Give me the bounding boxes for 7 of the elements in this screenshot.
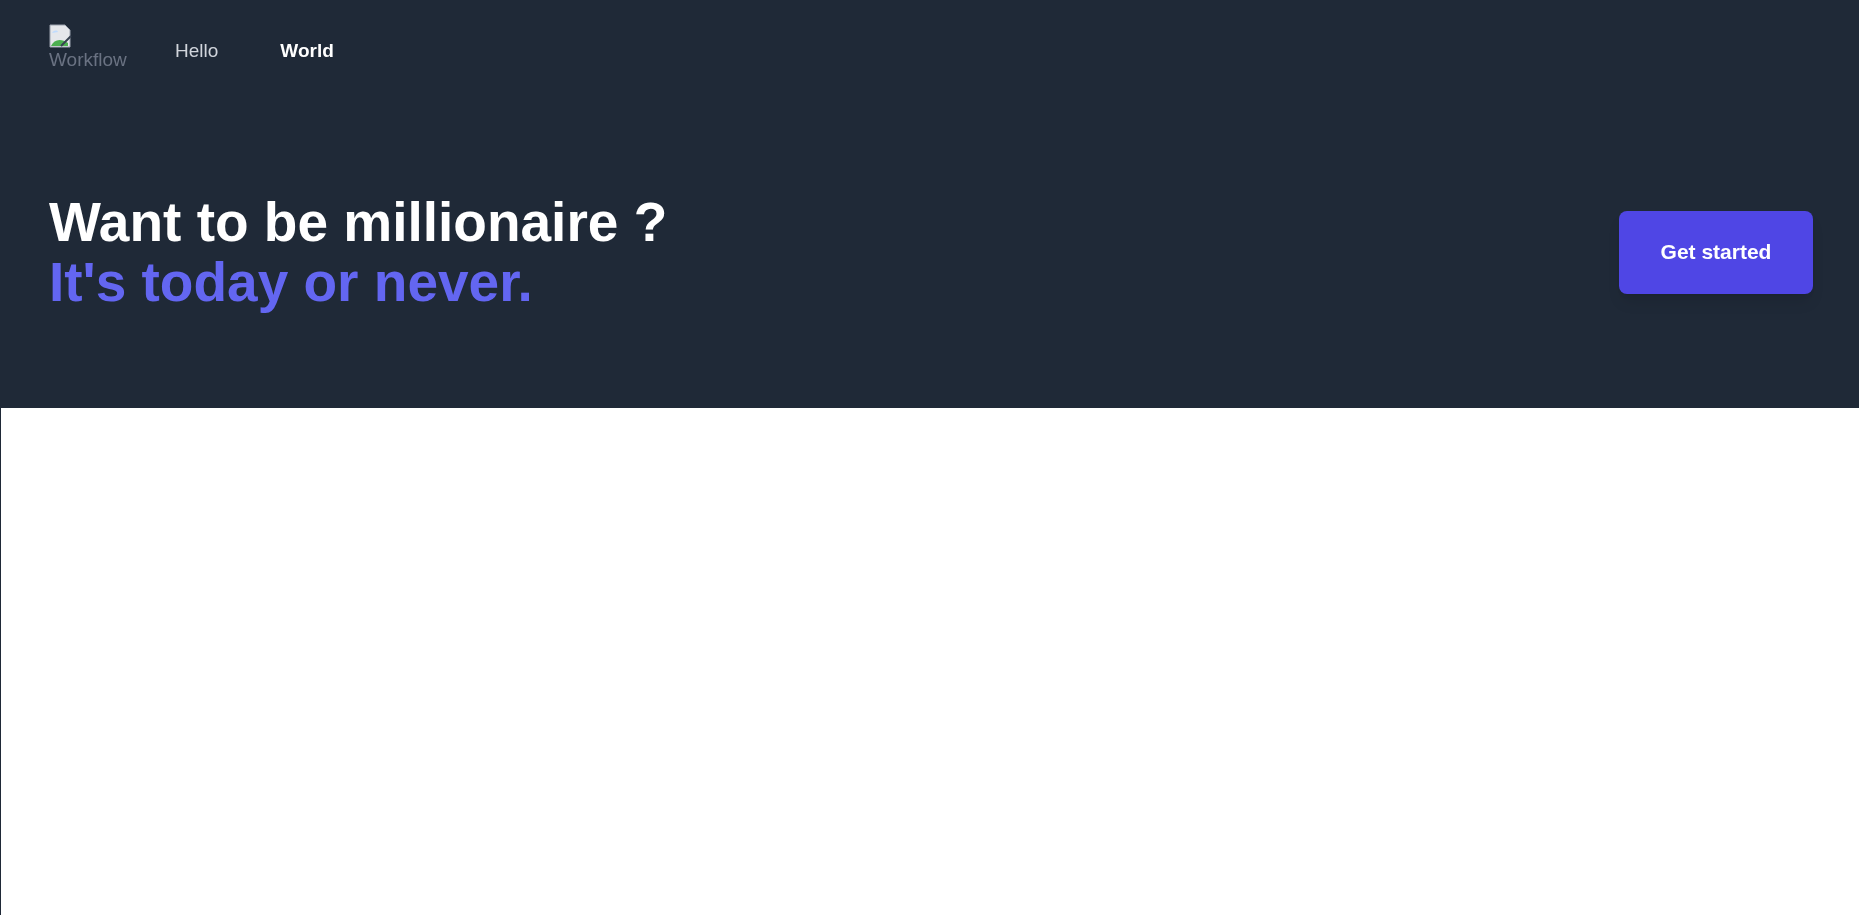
logo-alt-text: Workflow [49, 48, 128, 72]
get-started-button[interactable]: Get started [1619, 210, 1813, 294]
nav-link[interactable]: Hello [165, 37, 229, 66]
broken-image-icon [49, 24, 73, 48]
nav-link[interactable]: World [270, 37, 344, 66]
hero-title: Want to be millionaire ? [49, 192, 668, 252]
hero-subtitle: It's today or never. [49, 252, 534, 312]
